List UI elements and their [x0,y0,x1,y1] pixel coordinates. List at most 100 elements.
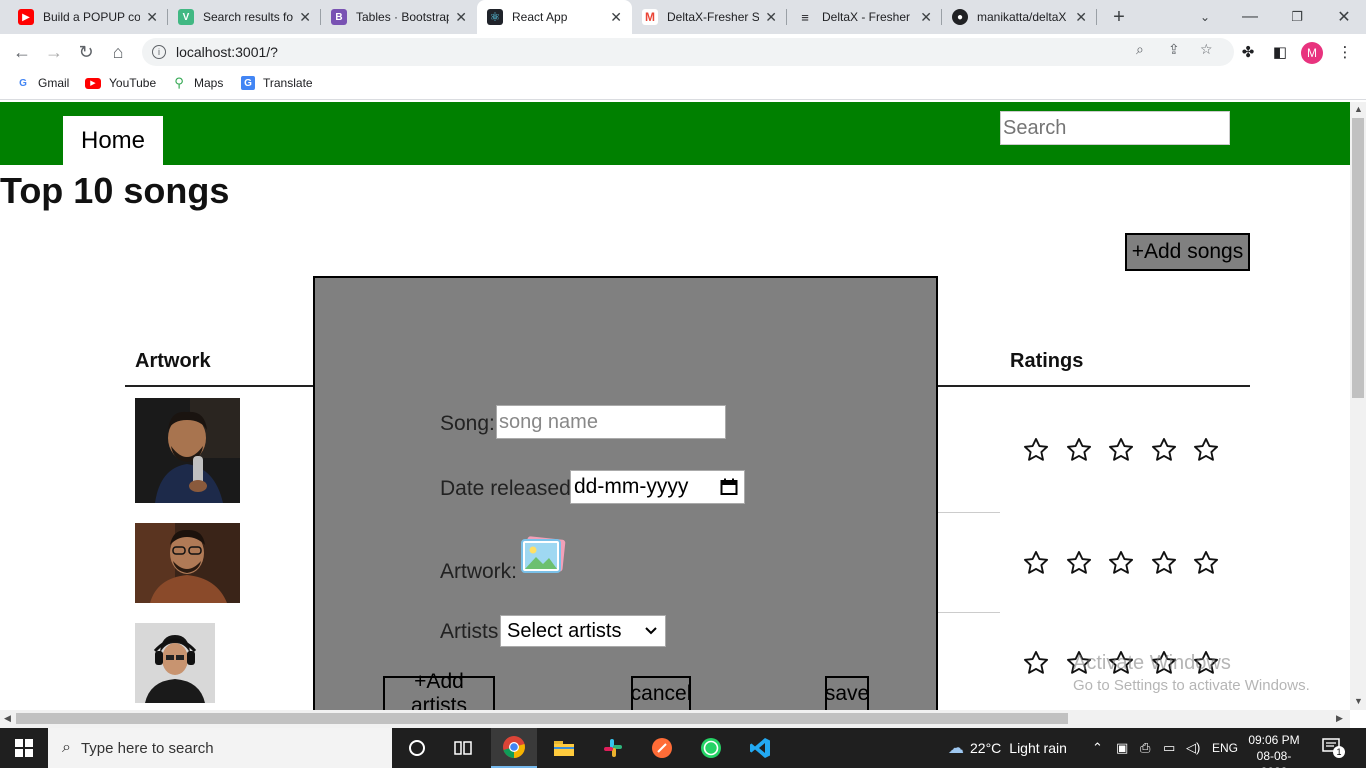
minimize-icon[interactable]: — [1230,0,1270,34]
artists-select[interactable]: Select artists [500,615,666,647]
bookmark-star-icon[interactable]: ☆ [1200,41,1213,58]
weather-widget[interactable]: ☁ 22°C Light rain [948,728,1067,768]
google-icon: G [19,77,27,89]
star-outline-icon[interactable] [1065,435,1108,465]
youtube-icon: ▶ [85,77,101,89]
close-icon[interactable]: ✕ [1075,9,1087,26]
browser-tab[interactable]: ● manikatta/deltaX ✕ [942,0,1097,34]
volume-icon[interactable]: ◁) [1186,740,1200,756]
row-divider [937,612,1000,613]
window-close-icon[interactable]: ✕ [1324,0,1364,34]
whatsapp-icon[interactable] [688,728,734,768]
new-tab-icon[interactable]: + [1099,0,1139,34]
profile-avatar[interactable]: M [1301,42,1323,64]
star-outline-icon[interactable] [1022,435,1065,465]
browser-tab[interactable]: B Tables · Bootstrap ✕ [321,0,477,34]
task-view-icon[interactable] [440,728,486,768]
cortana-icon[interactable] [394,728,440,768]
share-icon[interactable]: ⇪ [1168,41,1180,58]
save-button[interactable]: save [825,676,869,710]
windows-start-icon[interactable] [15,739,33,762]
star-outline-icon[interactable] [1192,548,1235,578]
notification-center-icon[interactable]: 1 [1322,738,1345,758]
browser-tab[interactable]: M DeltaX-Fresher S ✕ [632,0,787,34]
watermark-line1: Activate Windows [1073,652,1231,674]
close-icon[interactable]: ✕ [610,9,622,26]
close-icon[interactable]: ✕ [455,9,467,26]
url-text[interactable]: localhost:3001/? [176,44,278,60]
translate-icon: G [241,76,255,90]
star-rating[interactable] [1022,548,1235,578]
star-outline-icon[interactable] [1065,548,1108,578]
bookmark-youtube[interactable]: ▶ YouTube [85,76,156,90]
bookmark-maps[interactable]: ⚲ Maps [172,75,223,90]
calendar-icon[interactable] [720,478,738,502]
close-icon[interactable]: ✕ [146,9,158,26]
slack-icon[interactable] [590,728,636,768]
star-outline-icon[interactable] [1192,435,1235,465]
star-outline-icon[interactable] [1022,648,1065,678]
back-arrow-icon[interactable]: ← [8,38,36,66]
star-outline-icon[interactable] [1107,435,1150,465]
star-rating[interactable] [1022,435,1235,465]
menu-kebab-icon[interactable]: ⋮ [1335,42,1355,62]
address-bar-row: ← → ↻ ⌂ i localhost:3001/? ⌕ ⇪ ☆ ✤ ◧ M ⋮ [0,34,1366,70]
site-info-icon[interactable]: i [152,45,166,59]
browser-tab[interactable]: ≡ DeltaX - Fresher ✕ [787,0,942,34]
close-icon[interactable]: ✕ [765,9,777,26]
cancel-button[interactable]: cancel [631,676,691,710]
row-divider [937,512,1000,513]
scroll-right-arrow-icon[interactable]: ▶ [1336,713,1343,724]
zoom-icon[interactable]: ⌕ [1136,41,1144,58]
vertical-scrollbar[interactable]: ▲ ▼ [1350,102,1366,710]
close-icon[interactable]: ✕ [920,9,932,26]
language-indicator[interactable]: ENG [1212,741,1238,755]
bookmark-gmail[interactable]: G Gmail [16,76,69,90]
image-upload-icon[interactable] [520,536,566,578]
side-panel-icon[interactable]: ◧ [1270,42,1290,62]
tab-search-chevron-icon[interactable]: ⌄ [1185,0,1225,34]
forward-arrow-icon[interactable]: → [40,38,68,66]
bookmark-translate[interactable]: G Translate [241,76,313,90]
taskbar-search-box[interactable]: ⌕ Type here to search [48,728,392,768]
star-outline-icon[interactable] [1107,548,1150,578]
home-nav-link[interactable]: Home [63,116,163,165]
horizontal-scrollbar[interactable]: ◀ ▶ [0,710,1350,728]
add-songs-button[interactable]: +Add songs [1125,233,1250,271]
network-drive-icon[interactable]: ▣ [1116,740,1128,756]
page-title: Top 10 songs [0,170,230,211]
extensions-icon[interactable]: ✤ [1238,42,1258,62]
battery-icon[interactable]: ▭ [1163,740,1175,756]
date-released-input[interactable]: dd-mm-yyyy [570,470,745,504]
meet-now-icon[interactable]: ⎙ [1140,740,1150,756]
vertical-scroll-thumb[interactable] [1352,118,1364,398]
tray-chevron-up-icon[interactable]: ⌃ [1092,740,1103,756]
browser-tab[interactable]: V Search results for ✕ [168,0,321,34]
scroll-left-arrow-icon[interactable]: ◀ [4,713,11,724]
maps-icon: ⚲ [174,75,184,90]
file-explorer-icon[interactable] [541,728,587,768]
horizontal-scroll-thumb[interactable] [16,713,1068,724]
home-icon[interactable]: ⌂ [104,38,132,66]
taskbar-clock[interactable]: 09:06 PM 08-08-2022 [1244,732,1304,780]
song-name-input[interactable] [496,405,726,439]
browser-tab-active[interactable]: ⚛ React App ✕ [477,0,632,34]
scroll-down-arrow-icon[interactable]: ▼ [1354,696,1363,706]
search-icon: ⌕ [62,739,71,756]
postman-icon[interactable] [639,728,685,768]
omnibox[interactable]: i localhost:3001/? [142,38,1234,66]
add-artists-button[interactable]: +Add artists [383,670,495,710]
star-outline-icon[interactable] [1022,548,1065,578]
restore-icon[interactable]: ❐ [1277,0,1317,34]
close-icon[interactable]: ✕ [299,9,311,26]
reload-icon[interactable]: ↻ [72,38,100,66]
browser-tab[interactable]: ▶ Build a POPUP co ✕ [8,0,168,34]
chrome-icon[interactable] [491,728,537,768]
tab-title: React App [512,10,568,24]
star-outline-icon[interactable] [1150,435,1193,465]
react-icon: ⚛ [487,9,503,25]
scroll-up-arrow-icon[interactable]: ▲ [1354,104,1363,114]
search-input[interactable] [1000,111,1230,145]
vscode-icon[interactable] [737,728,783,768]
star-outline-icon[interactable] [1150,548,1193,578]
